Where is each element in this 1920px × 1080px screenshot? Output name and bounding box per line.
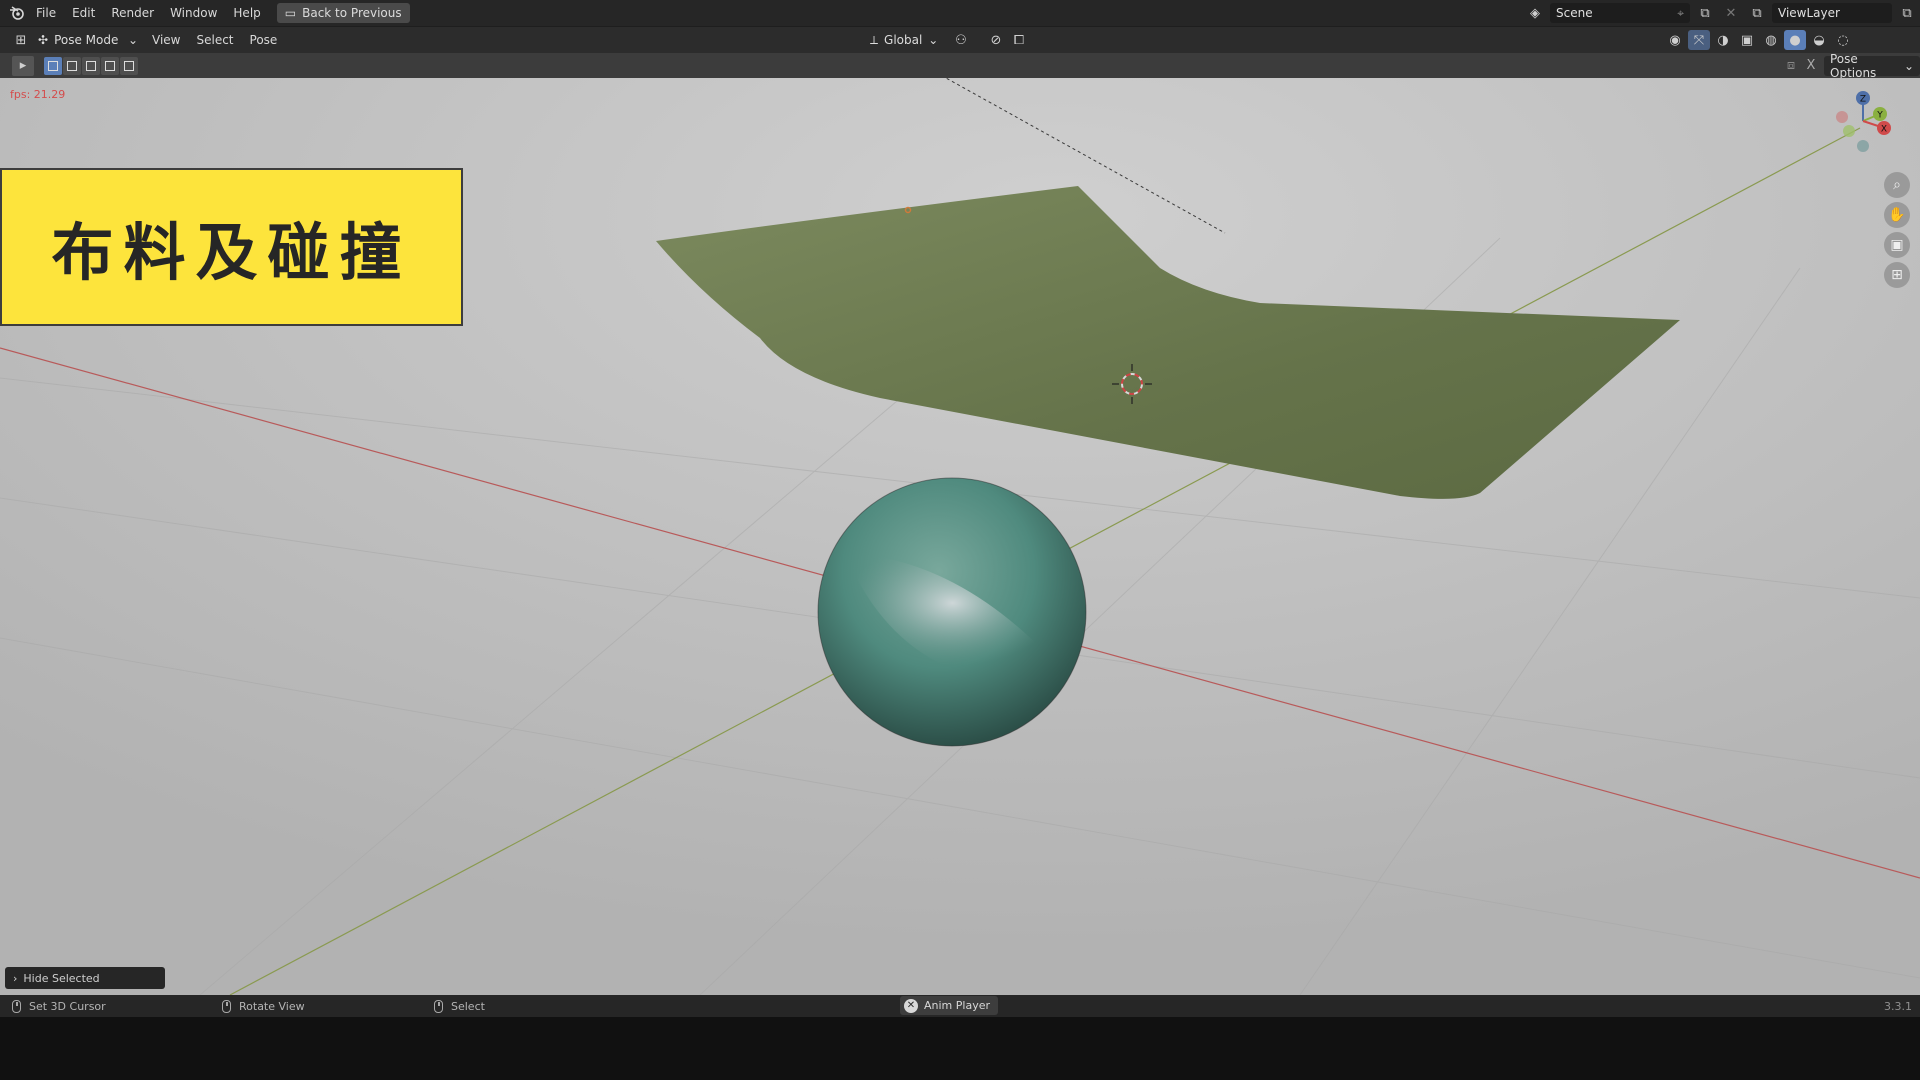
pose-options-dropdown[interactable]: Pose Options ⌄ [1824, 52, 1920, 80]
title-card-text: 布料及碰撞 [51, 216, 412, 289]
selection-mode-extend-icon[interactable] [63, 56, 81, 75]
pin-icon[interactable]: ⌖ [1677, 6, 1684, 21]
solid-shading-icon[interactable]: ● [1784, 30, 1806, 50]
orientation-dropdown[interactable]: ⟂ Global ⌄ [864, 30, 944, 50]
back-to-previous-button[interactable]: ▭ Back to Previous [276, 3, 410, 23]
menu-window[interactable]: Window [162, 2, 225, 24]
chevron-down-icon: ⌄ [1903, 58, 1914, 73]
header-menu-view[interactable]: View [144, 29, 188, 51]
gizmo-neg-x-icon [1836, 111, 1848, 123]
mirror-x-icon[interactable]: X [1800, 56, 1822, 76]
rendered-shading-icon[interactable]: ◌ [1832, 30, 1854, 50]
orientation-label: Global [884, 33, 923, 47]
blender-logo-icon[interactable] [6, 3, 28, 23]
new-scene-icon[interactable]: ⧉ [1694, 3, 1716, 23]
chevron-down-icon: ⌄ [127, 33, 138, 47]
visibility-icon[interactable]: ◉ [1664, 30, 1686, 50]
gizmo-toggle-icon[interactable]: ⤧ [1688, 30, 1710, 50]
status-select-label: Select [451, 999, 485, 1013]
menu-help[interactable]: Help [225, 2, 268, 24]
gizmo-y-label: Y [1876, 111, 1883, 121]
navigation-gizmo[interactable]: Z Y X [1828, 86, 1898, 156]
status-set-cursor-label: Set 3D Cursor [29, 999, 106, 1013]
status-set-cursor: Set 3D Cursor [12, 999, 106, 1013]
scene-browse-icon[interactable]: ◈ [1524, 3, 1546, 23]
status-rotate-view: Rotate View [222, 999, 305, 1013]
title-card: 布料及碰撞 [0, 168, 463, 326]
close-icon[interactable]: ✕ [904, 998, 918, 1013]
version-label: 3.3.1 [1884, 999, 1912, 1013]
3d-viewport[interactable]: fps: 21.29 布料及碰撞 Z Y X ⌕ ✋ ▣ ⊞ › Hide Se… [0, 78, 1920, 995]
status-select: Select [434, 999, 485, 1013]
hide-selected-label: Hide Selected [23, 971, 100, 985]
chevron-down-icon: ⌄ [928, 33, 939, 47]
mode-label: Pose Mode [54, 33, 119, 47]
xray-icon[interactable]: ▣ [1736, 30, 1758, 50]
gizmo-neg-z-icon [1857, 140, 1869, 152]
mouse-middle-icon [222, 999, 231, 1013]
selection-mode-new-icon[interactable] [44, 56, 62, 75]
back-icon: ▭ [284, 6, 297, 20]
snap-icon[interactable]: ⊘ [985, 30, 1007, 50]
material-shading-icon[interactable]: ◒ [1808, 30, 1830, 50]
back-to-previous-label: Back to Previous [302, 6, 402, 20]
menu-edit[interactable]: Edit [64, 2, 103, 24]
pan-hand-icon[interactable]: ✋ [1884, 202, 1910, 228]
camera-view-icon[interactable]: ▣ [1884, 232, 1910, 258]
tool-settings-bar: ▸ ⧈ X Pose Options ⌄ [0, 52, 1920, 80]
orientation-icon: ⟂ [870, 32, 879, 47]
menu-render[interactable]: Render [103, 2, 162, 24]
top-menu-bar: File Edit Render Window Help ▭ Back to P… [0, 0, 1920, 26]
selection-mode-invert-icon[interactable] [101, 56, 119, 75]
selection-mode-intersect-icon[interactable] [120, 56, 138, 75]
hide-selected-panel[interactable]: › Hide Selected [5, 967, 165, 989]
snap-settings-icon[interactable]: ⧈ [1780, 56, 1802, 76]
snap-target-icon[interactable]: ⧠ [1008, 30, 1030, 50]
header-menu-pose[interactable]: Pose [242, 29, 286, 51]
gizmo-x-label: X [1881, 125, 1887, 135]
pose-mode-icon: ✣ [38, 33, 49, 47]
chevron-right-icon: › [13, 971, 18, 985]
mouse-left-icon [12, 999, 21, 1013]
viewlayer-browse-icon[interactable]: ⧉ [1746, 3, 1768, 23]
editor-type-icon[interactable]: ⊞ [10, 30, 32, 50]
scene-name: Scene [1556, 6, 1593, 20]
delete-scene-icon[interactable]: ✕ [1720, 3, 1742, 23]
menu-file[interactable]: File [28, 2, 64, 24]
mode-dropdown[interactable]: ✣ Pose Mode ⌄ [32, 30, 144, 50]
header-menu-select[interactable]: Select [188, 29, 241, 51]
anim-player-button[interactable]: ✕ Anim Player [900, 996, 998, 1015]
empty-area [0, 1017, 1920, 1080]
status-bar: Set 3D Cursor Rotate View Select ✕ Anim … [0, 995, 1920, 1017]
perspective-grid-icon[interactable]: ⊞ [1884, 262, 1910, 288]
selection-mode-subtract-icon[interactable] [82, 56, 100, 75]
gizmo-neg-y-icon [1843, 125, 1855, 137]
new-viewlayer-icon[interactable]: ⧉ [1896, 3, 1918, 23]
viewlayer-name-field[interactable]: ViewLayer [1772, 3, 1892, 23]
scene-name-field[interactable]: Scene ⌖ [1550, 3, 1690, 23]
zoom-icon[interactable]: ⌕ [1884, 172, 1910, 198]
wireframe-shading-icon[interactable]: ◍ [1760, 30, 1782, 50]
mouse-right-icon [434, 999, 443, 1013]
viewport-header: ⊞ ✣ Pose Mode ⌄ View Select Pose ⟂ Globa… [0, 26, 1920, 53]
overlay-icon[interactable]: ◑ [1712, 30, 1734, 50]
select-tool-icon[interactable]: ▸ [12, 55, 34, 76]
status-rotate-view-label: Rotate View [239, 999, 305, 1013]
fps-counter: fps: 21.29 [10, 88, 66, 101]
pose-options-label: Pose Options [1830, 51, 1877, 80]
viewlayer-name: ViewLayer [1778, 6, 1840, 20]
anim-player-label: Anim Player [924, 999, 990, 1012]
pivot-icon[interactable]: ⚇ [950, 30, 972, 50]
gizmo-z-label: Z [1860, 95, 1866, 105]
